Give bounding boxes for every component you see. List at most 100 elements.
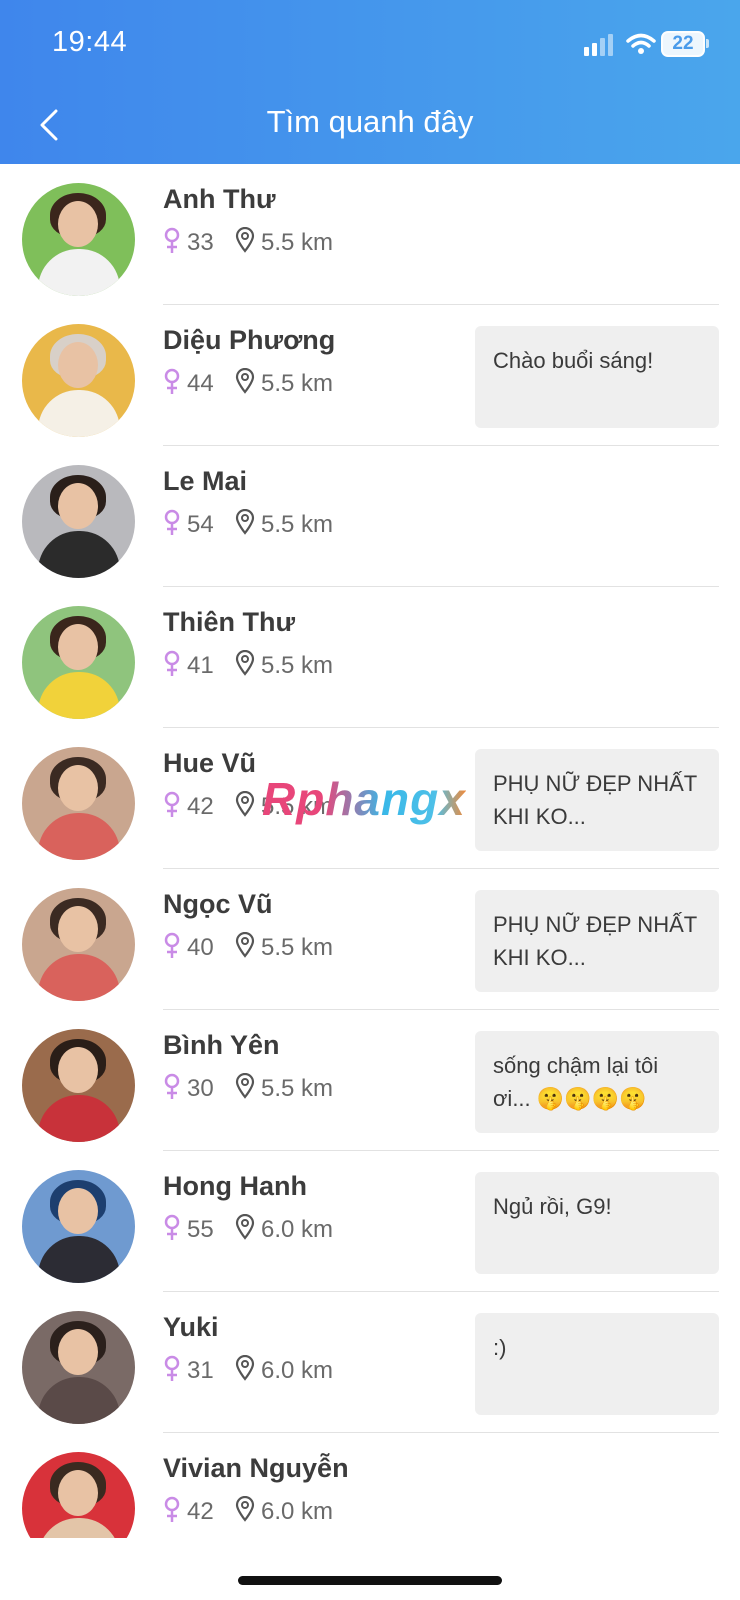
- female-icon: [164, 509, 180, 535]
- map-pin-icon: [235, 791, 255, 817]
- status-message[interactable]: sống chậm lại tôi ơi... 🤫🤫🤫🤫: [475, 1031, 719, 1133]
- user-age: 54: [187, 511, 214, 538]
- user-distance: 6.0 km: [261, 1357, 334, 1384]
- user-name: Le Mai: [163, 466, 248, 496]
- user-name: Vivian Nguyễn: [163, 1453, 349, 1483]
- home-indicator[interactable]: [238, 1576, 502, 1585]
- avatar-face: [58, 1470, 98, 1516]
- user-name: Anh Thư: [163, 184, 276, 214]
- page-title: Tìm quanh đây: [266, 104, 474, 139]
- user-row[interactable]: Anh Thư 33 5.5 km: [0, 164, 740, 305]
- user-distance: 5.5 km: [261, 1075, 334, 1102]
- avatar-body: [38, 954, 120, 1001]
- user-age: 42: [187, 1498, 214, 1525]
- user-distance: 5.5 km: [261, 652, 334, 679]
- avatar-face: [58, 1047, 98, 1093]
- map-pin-icon: [235, 368, 255, 394]
- status-message[interactable]: PHỤ NỮ ĐẸP NHẤT KHI KO...: [475, 749, 719, 851]
- map-pin-icon: [235, 650, 255, 676]
- map-pin-icon: [235, 932, 255, 958]
- map-pin-icon: [235, 1073, 255, 1099]
- female-icon: [164, 368, 180, 394]
- user-age: 55: [187, 1216, 214, 1243]
- user-age: 33: [187, 229, 214, 256]
- user-row[interactable]: Thiên Thư 41 5.5 km: [0, 587, 740, 728]
- avatar-face: [58, 201, 98, 247]
- status-message[interactable]: PHỤ NỮ ĐẸP NHẤT KHI KO...: [475, 890, 719, 992]
- user-row[interactable]: Le Mai 54 5.5 km: [0, 446, 740, 587]
- user-distance: 5.5 km: [261, 229, 334, 256]
- cellular-signal-icon: [584, 34, 613, 56]
- user-row[interactable]: Diệu Phương 44 5.5 km Chào buổi sáng!: [0, 305, 740, 446]
- nearby-user-list: Anh Thư 33 5.5 km Diệu Phương 44 5.5 km …: [0, 164, 740, 1574]
- female-icon: [164, 650, 180, 676]
- avatar-face: [58, 1329, 98, 1375]
- status-message[interactable]: :): [475, 1313, 719, 1415]
- avatar-face: [58, 1188, 98, 1234]
- avatar-body: [38, 531, 120, 578]
- avatar-body: [38, 390, 120, 437]
- user-age: 31: [187, 1357, 214, 1384]
- avatar[interactable]: [22, 888, 135, 1001]
- map-pin-icon: [235, 1496, 255, 1522]
- female-icon: [164, 932, 180, 958]
- avatar[interactable]: [22, 1170, 135, 1283]
- user-age: 42: [187, 793, 214, 820]
- avatar-body: [38, 672, 120, 719]
- user-name: Bình Yên: [163, 1030, 280, 1060]
- female-icon: [164, 227, 180, 253]
- watermark-logo: Rphangx: [262, 773, 466, 825]
- avatar-body: [38, 249, 120, 296]
- user-name: Diệu Phương: [163, 325, 336, 355]
- avatar[interactable]: [22, 1311, 135, 1424]
- user-name: Thiên Thư: [163, 607, 296, 637]
- user-age: 40: [187, 934, 214, 961]
- user-row[interactable]: Hong Hanh 55 6.0 km Ngủ rồi, G9!: [0, 1151, 740, 1292]
- female-icon: [164, 1496, 180, 1522]
- female-icon: [164, 1214, 180, 1240]
- user-age: 30: [187, 1075, 214, 1102]
- status-message[interactable]: Ngủ rồi, G9!: [475, 1172, 719, 1274]
- avatar-face: [58, 624, 98, 670]
- map-pin-icon: [235, 1214, 255, 1240]
- female-icon: [164, 1073, 180, 1099]
- avatar[interactable]: [22, 324, 135, 437]
- status-message[interactable]: Chào buổi sáng!: [475, 326, 719, 428]
- user-distance: 5.5 km: [261, 370, 334, 397]
- map-pin-icon: [235, 227, 255, 253]
- user-name: Yuki: [163, 1312, 219, 1342]
- avatar-body: [38, 1377, 120, 1424]
- user-name: Hue Vũ: [163, 748, 257, 778]
- app-header: 19:44 22 Tìm quanh đây: [0, 0, 740, 164]
- avatar-face: [58, 765, 98, 811]
- avatar-body: [38, 1095, 120, 1142]
- avatar-face: [58, 906, 98, 952]
- wifi-icon: [626, 33, 656, 54]
- user-row[interactable]: Yuki 31 6.0 km :): [0, 1292, 740, 1433]
- user-row[interactable]: Ngọc Vũ 40 5.5 km PHỤ NỮ ĐẸP NHẤT KHI KO…: [0, 869, 740, 1010]
- avatar[interactable]: [22, 606, 135, 719]
- map-pin-icon: [235, 1355, 255, 1381]
- user-name: Hong Hanh: [163, 1171, 307, 1201]
- user-name: Ngọc Vũ: [163, 889, 273, 919]
- battery-indicator: 22: [661, 31, 711, 57]
- avatar[interactable]: [22, 747, 135, 860]
- status-bar-time: 19:44: [52, 26, 128, 58]
- female-icon: [164, 791, 180, 817]
- user-distance: 5.5 km: [261, 511, 334, 538]
- avatar-body: [38, 1236, 120, 1283]
- battery-level: 22: [661, 31, 705, 57]
- battery-tip: [706, 39, 709, 48]
- user-row[interactable]: Bình Yên 30 5.5 km sống chậm lại tôi ơi.…: [0, 1010, 740, 1151]
- user-distance: 6.0 km: [261, 1216, 334, 1243]
- avatar[interactable]: [22, 465, 135, 578]
- avatar-body: [38, 813, 120, 860]
- user-distance: 6.0 km: [261, 1498, 334, 1525]
- avatar[interactable]: [22, 183, 135, 296]
- avatar-face: [58, 483, 98, 529]
- avatar[interactable]: [22, 1029, 135, 1142]
- user-distance: 5.5 km: [261, 934, 334, 961]
- map-pin-icon: [235, 509, 255, 535]
- avatar-face: [58, 342, 98, 388]
- female-icon: [164, 1355, 180, 1381]
